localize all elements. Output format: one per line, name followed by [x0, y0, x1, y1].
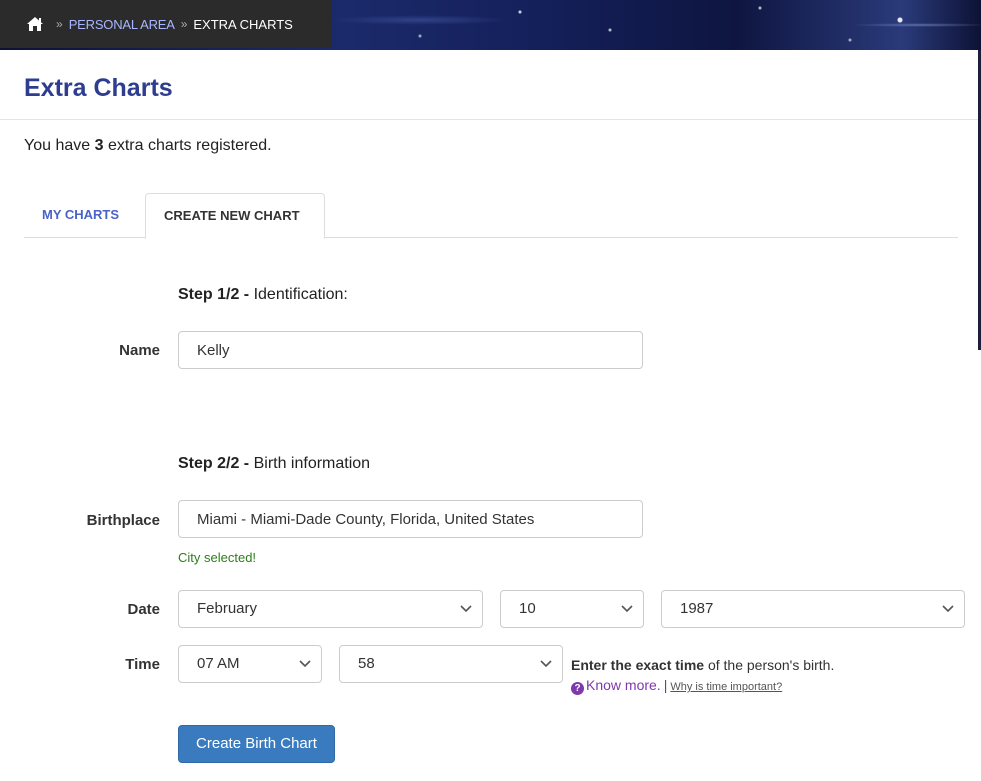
- time-hint-text: of the person's birth.: [704, 657, 835, 673]
- time-hint-line: Enter the exact time of the person's bir…: [571, 655, 834, 675]
- step1-bold: Step 1/2 -: [178, 286, 250, 303]
- month-select[interactable]: February: [178, 590, 483, 628]
- home-icon[interactable]: [26, 16, 44, 32]
- why-time-important-link[interactable]: Why is time important?: [670, 681, 782, 693]
- birthplace-label: Birthplace: [86, 512, 160, 529]
- time-label: Time: [125, 656, 160, 673]
- minute-select[interactable]: 58: [339, 645, 563, 683]
- tab-create-new-chart[interactable]: CREATE NEW CHART: [145, 193, 325, 239]
- city-selected-status: City selected!: [178, 550, 257, 565]
- tab-my-charts[interactable]: MY CHARTS: [24, 193, 144, 238]
- minute-value: 58: [358, 655, 375, 672]
- chevron-down-icon: [942, 605, 954, 613]
- name-label: Name: [119, 342, 160, 359]
- know-more-link[interactable]: Know more.: [586, 677, 661, 693]
- breadcrumb-separator: »: [56, 17, 63, 31]
- step1-text: Identification:: [249, 286, 348, 303]
- hour-select[interactable]: 07 AM: [178, 645, 322, 683]
- birthplace-input[interactable]: [178, 500, 643, 538]
- page-title: Extra Charts: [24, 74, 173, 102]
- step1-heading: Step 1/2 - Identification:: [178, 286, 348, 304]
- chevron-down-icon: [540, 660, 552, 668]
- hour-value: 07 AM: [197, 655, 240, 672]
- day-value: 10: [519, 600, 536, 617]
- day-select[interactable]: 10: [500, 590, 644, 628]
- summary-prefix: You have: [24, 137, 95, 154]
- summary-count: 3: [94, 137, 104, 154]
- time-hint-bold: Enter the exact time: [571, 657, 705, 673]
- charts-summary: You have 3 extra charts registered.: [24, 137, 272, 155]
- breadcrumb-current: EXTRA CHARTS: [193, 16, 293, 32]
- breadcrumb-separator: »: [180, 17, 188, 31]
- create-birth-chart-button[interactable]: Create Birth Chart: [178, 725, 335, 763]
- breadcrumb-personal-area[interactable]: PERSONAL AREA: [69, 17, 175, 32]
- year-value: 1987: [680, 600, 714, 617]
- date-label: Date: [127, 601, 160, 618]
- step2-heading: Step 2/2 - Birth information: [178, 455, 370, 473]
- time-hint: Enter the exact time of the person's bir…: [571, 655, 834, 697]
- tab-bar: MY CHARTS CREATE NEW CHART: [24, 193, 958, 239]
- chevron-down-icon: [621, 605, 633, 613]
- month-value: February: [197, 600, 258, 617]
- title-bar: Extra Charts: [0, 50, 978, 120]
- step2-text: Birth information: [249, 455, 371, 472]
- name-input[interactable]: [178, 331, 643, 369]
- link-divider: |: [663, 677, 668, 693]
- year-select[interactable]: 1987: [661, 590, 965, 628]
- chevron-down-icon: [460, 605, 472, 613]
- question-circle-icon: ?: [571, 682, 584, 695]
- time-hint-links: ? Know more. | Why is time important?: [571, 675, 834, 697]
- summary-suffix: extra charts registered.: [103, 137, 272, 154]
- chevron-down-icon: [299, 660, 311, 668]
- breadcrumb: » PERSONAL AREA » EXTRA CHARTS: [0, 0, 332, 48]
- step2-bold: Step 2/2 -: [178, 455, 250, 472]
